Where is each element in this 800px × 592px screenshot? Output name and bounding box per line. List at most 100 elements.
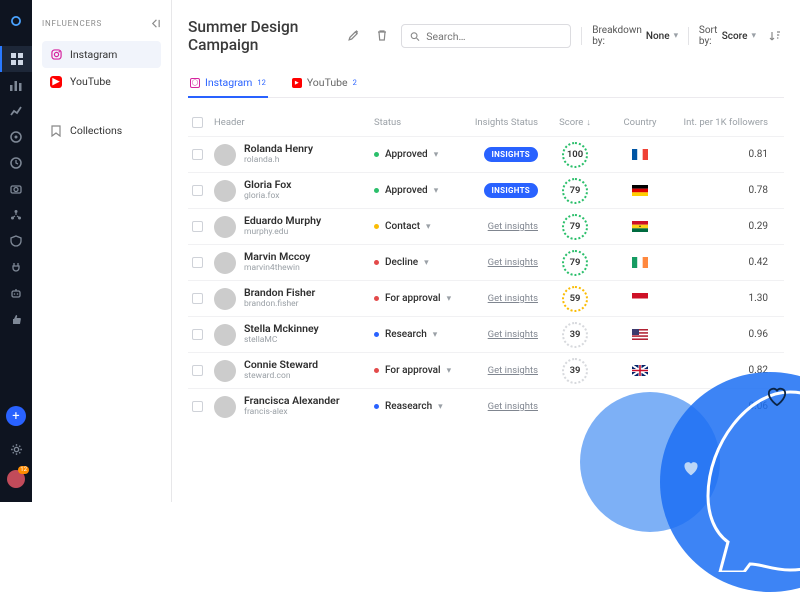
row-checkbox[interactable]: [192, 185, 203, 196]
rail-dashboard[interactable]: [0, 46, 32, 72]
sidebar-item-youtube[interactable]: ▶YouTube: [42, 68, 161, 95]
user-cell[interactable]: Gloria Foxgloria.fox: [214, 179, 291, 201]
rail-shield[interactable]: [0, 228, 32, 254]
sidebar-item-collections[interactable]: Collections: [42, 117, 161, 144]
get-insights-link[interactable]: Get insights: [488, 221, 538, 232]
user-name: Stella Mckinney: [244, 323, 319, 335]
user-avatar[interactable]: 12: [7, 470, 25, 488]
search-input[interactable]: [426, 30, 562, 43]
chevron-down-icon: ▾: [751, 31, 756, 41]
user-cell[interactable]: Rolanda Henryrolanda.h: [214, 143, 313, 165]
row-checkbox[interactable]: [192, 221, 203, 232]
status-dot: [374, 368, 379, 373]
get-insights-link[interactable]: Get insights: [488, 257, 538, 268]
status-dropdown[interactable]: Approved▾: [374, 149, 438, 160]
table-row: Connie Stewardsteward.con For approval▾ Ge…: [188, 352, 784, 388]
user-cell[interactable]: Marvin Mccoymarvin4thewin: [214, 251, 310, 273]
rail-settings[interactable]: [0, 436, 32, 462]
rail-network[interactable]: [0, 202, 32, 228]
status-dot: [374, 260, 379, 265]
score-ring: 39: [562, 358, 588, 384]
country-cell: [608, 217, 672, 236]
user-cell[interactable]: Connie Stewardsteward.con: [214, 359, 318, 381]
get-insights-link[interactable]: Get insights: [488, 293, 538, 304]
chevron-down-icon: ▾: [447, 294, 452, 304]
user-cell[interactable]: Eduardo Murphymurphy.edu: [214, 215, 321, 237]
chevron-down-icon: ▾: [447, 366, 452, 376]
table-row: Gloria Foxgloria.foxApproved▾INSIGHTS790…: [188, 172, 784, 208]
delete-button[interactable]: [373, 24, 391, 49]
row-checkbox[interactable]: [192, 149, 203, 160]
rail-like[interactable]: [0, 306, 32, 332]
col-score[interactable]: Score ↓: [542, 111, 608, 134]
breakdown-control[interactable]: Breakdown by: None ▾: [592, 25, 678, 47]
score-ring: 79: [562, 214, 588, 240]
youtube-icon: ▶: [292, 78, 302, 88]
rail-clock[interactable]: [0, 150, 32, 176]
user-name: Francisca Alexander: [244, 395, 340, 407]
chevron-down-icon: ▾: [426, 222, 431, 232]
avatar: [214, 180, 236, 202]
select-all-checkbox[interactable]: [192, 117, 203, 128]
arrow-down-icon: ↓: [586, 117, 591, 128]
edit-button[interactable]: [344, 24, 363, 49]
rail-camera[interactable]: [0, 176, 32, 202]
sort-control[interactable]: Sort by: Score ▾: [699, 25, 756, 47]
country-cell: [608, 361, 672, 380]
rail-target[interactable]: [0, 124, 32, 150]
tab-youtube[interactable]: ▶YouTube2: [290, 70, 359, 97]
user-cell[interactable]: Stella MckinneystellaMC: [214, 323, 319, 345]
insights-badge: INSIGHTS: [484, 147, 538, 162]
get-insights-link[interactable]: Get insights: [488, 365, 538, 376]
user-name: Brandon Fisher: [244, 287, 315, 299]
search-icon: [410, 31, 420, 42]
avatar: [214, 144, 236, 166]
status-dropdown[interactable]: Decline▾: [374, 257, 429, 268]
user-cell[interactable]: Francisca Alexanderfrancis-alex: [214, 395, 340, 417]
add-button[interactable]: +: [6, 406, 26, 426]
influencer-table: Header Status Insights Status Score ↓ Co…: [188, 108, 784, 424]
score-ring: 39: [562, 322, 588, 348]
ipk-value: 0.82: [749, 365, 769, 376]
table-row: Stella MckinneystellaMC Research▾ Get insi…: [188, 316, 784, 352]
status-dropdown[interactable]: Reasearch▾: [374, 401, 443, 412]
get-insights-link[interactable]: Get insights: [488, 401, 538, 412]
status-dropdown[interactable]: For approval▾: [374, 293, 451, 304]
score-ring: 79: [562, 178, 588, 204]
rail-bot[interactable]: [0, 280, 32, 306]
row-checkbox[interactable]: [192, 365, 203, 376]
status-dot: [374, 188, 379, 193]
sidebar-item-instagram[interactable]: Instagram: [42, 41, 161, 68]
ipk-value: 1.30: [749, 293, 769, 304]
app-logo: [9, 14, 23, 28]
table-row: Eduardo Murphymurphy.edu Contact▾ Get insi…: [188, 208, 784, 244]
status-dot: [374, 296, 379, 301]
rail-plug[interactable]: [0, 254, 32, 280]
status-dropdown[interactable]: Research▾: [374, 329, 437, 340]
status-dropdown[interactable]: Approved▾: [374, 185, 438, 196]
insights-badge: INSIGHTS: [484, 183, 538, 198]
user-handle: steward.con: [244, 371, 318, 381]
ipk-value: 0.42: [749, 257, 769, 268]
sidebar-item-label: Collections: [70, 124, 122, 137]
rail-analytics[interactable]: [0, 72, 32, 98]
status-dropdown[interactable]: Contact▾: [374, 221, 431, 232]
status-dropdown[interactable]: For approval▾: [374, 365, 451, 376]
row-checkbox[interactable]: [192, 293, 203, 304]
row-checkbox[interactable]: [192, 329, 203, 340]
side-panel: INFLUENCERS Instagram▶YouTube Collection…: [32, 0, 172, 502]
rail-growth[interactable]: [0, 98, 32, 124]
get-insights-link[interactable]: Get insights: [488, 329, 538, 340]
country-cell: [608, 253, 672, 272]
country-cell: [608, 181, 672, 200]
user-cell[interactable]: Brandon Fisherbrandon.fisher: [214, 287, 315, 309]
avatar: [214, 216, 236, 238]
search-box[interactable]: [401, 24, 571, 48]
collapse-icon[interactable]: [150, 18, 161, 29]
nav-rail: + 12: [0, 0, 32, 502]
row-checkbox[interactable]: [192, 257, 203, 268]
row-checkbox[interactable]: [192, 401, 203, 412]
sort-direction-button[interactable]: [766, 24, 784, 49]
tab-instagram[interactable]: ◯Instagram12: [188, 70, 268, 97]
score-ring: 100: [562, 142, 588, 168]
